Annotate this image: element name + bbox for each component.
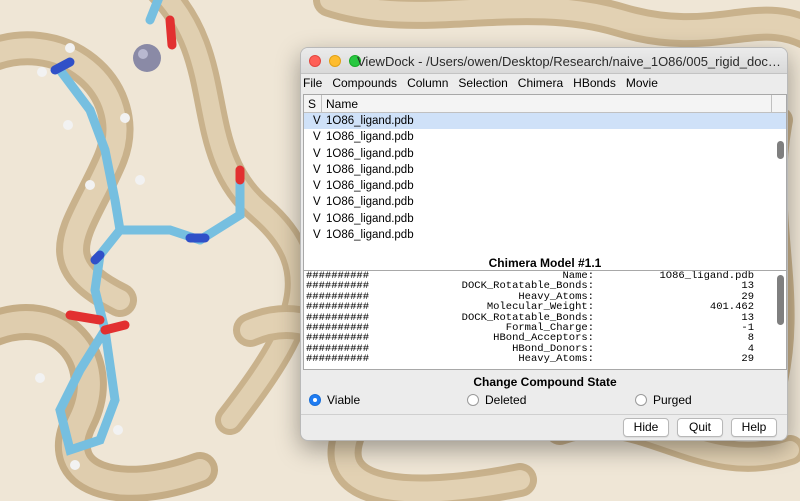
- list-row[interactable]: V 1O86_ligand.pdb: [304, 129, 786, 145]
- menu-movie[interactable]: Movie: [626, 76, 663, 90]
- viewdock-window: ViewDock - /Users/owen/Desktop/Research/…: [300, 47, 788, 441]
- list-row[interactable]: V 1O86_ligand.pdb: [304, 162, 786, 178]
- info-row: ########## Heavy_Atoms: 29: [304, 353, 786, 366]
- title-bar[interactable]: ViewDock - /Users/owen/Desktop/Research/…: [301, 48, 787, 74]
- compound-state-radios: Viable Deleted Purged: [301, 393, 787, 413]
- info-value: 4: [747, 342, 754, 355]
- radio-deleted-indicator[interactable]: [467, 394, 479, 406]
- menu-bar: File Compounds Column Selection Chimera …: [301, 74, 787, 92]
- info-value: 13: [741, 280, 754, 293]
- radio-viable-indicator[interactable]: [309, 394, 321, 406]
- quit-button[interactable]: Quit: [677, 418, 723, 437]
- info-row: ########## Molecular_Weight: 401.462: [304, 301, 786, 314]
- row-state: V: [313, 229, 321, 242]
- model-info-panel[interactable]: ########## Name: 1O86_ligand.pdb #########…: [303, 270, 787, 370]
- radio-deleted-label: Deleted: [485, 393, 527, 407]
- info-value: 1O86_ligand.pdb: [659, 270, 754, 282]
- menu-hbonds[interactable]: HBonds: [573, 76, 621, 90]
- info-scrollbar[interactable]: [777, 275, 784, 325]
- row-state: V: [313, 115, 321, 127]
- menu-selection[interactable]: Selection: [458, 76, 512, 90]
- info-hash: ##########: [306, 353, 370, 366]
- radio-purged-indicator[interactable]: [635, 394, 647, 406]
- column-header-state[interactable]: S: [304, 95, 322, 112]
- help-button[interactable]: Help: [731, 418, 777, 437]
- info-value: 29: [741, 353, 754, 366]
- model-section-title: Chimera Model #1.1: [488, 256, 602, 270]
- menu-chimera[interactable]: Chimera: [518, 76, 568, 90]
- radio-purged[interactable]: Purged: [635, 393, 692, 407]
- column-header-name[interactable]: Name: [322, 95, 772, 112]
- info-hash: ##########: [306, 301, 370, 314]
- radio-purged-label: Purged: [653, 393, 692, 407]
- hide-button[interactable]: Hide: [623, 418, 669, 437]
- button-bar: Hide Quit Help: [301, 414, 787, 440]
- window-title: ViewDock - /Users/owen/Desktop/Research/…: [357, 54, 781, 69]
- row-state: V: [313, 163, 321, 176]
- row-state: V: [313, 212, 321, 225]
- list-row[interactable]: V 1O86_ligand.pdb: [304, 113, 786, 130]
- radio-deleted[interactable]: Deleted: [467, 393, 526, 407]
- row-name: 1O86_ligand.pdb: [326, 180, 414, 193]
- close-window-button[interactable]: [309, 55, 321, 67]
- list-row[interactable]: V 1O86_ligand.pdb: [304, 211, 786, 227]
- radio-viable[interactable]: Viable: [309, 393, 360, 407]
- row-state: V: [313, 196, 321, 209]
- info-key: Molecular_Weight:: [486, 301, 594, 314]
- minimize-window-button[interactable]: [329, 55, 341, 67]
- menu-column[interactable]: Column: [407, 76, 453, 90]
- row-name: 1O86_ligand.pdb: [326, 147, 414, 160]
- list-row[interactable]: V 1O86_ligand.pdb: [304, 178, 786, 194]
- list-header: S Name: [304, 95, 786, 113]
- row-name: 1O86_ligand.pdb: [326, 115, 414, 127]
- menu-compounds[interactable]: Compounds: [332, 76, 402, 90]
- info-value: -1: [741, 321, 754, 334]
- info-value: 13: [741, 311, 754, 324]
- row-state: V: [313, 147, 321, 160]
- radio-viable-label: Viable: [327, 393, 361, 407]
- list-row[interactable]: V 1O86_ligand.pdb: [304, 146, 786, 162]
- row-state: V: [313, 180, 321, 193]
- list-scrollbar[interactable]: [777, 141, 784, 159]
- row-name: 1O86_ligand.pdb: [326, 131, 414, 144]
- row-name: 1O86_ligand.pdb: [326, 196, 414, 209]
- list-row[interactable]: V 1O86_ligand.pdb: [304, 194, 786, 210]
- row-state: V: [313, 131, 321, 144]
- info-value: 401.462: [709, 301, 754, 314]
- menu-file[interactable]: File: [303, 76, 327, 90]
- info-value: 8: [747, 332, 754, 345]
- list-row[interactable]: V 1O86_ligand.pdb: [304, 227, 786, 243]
- row-name: 1O86_ligand.pdb: [326, 163, 414, 176]
- info-key: Heavy_Atoms:: [518, 353, 594, 366]
- state-section-title: Change Compound State: [473, 375, 617, 389]
- row-name: 1O86_ligand.pdb: [326, 212, 414, 225]
- row-name: 1O86_ligand.pdb: [326, 229, 414, 242]
